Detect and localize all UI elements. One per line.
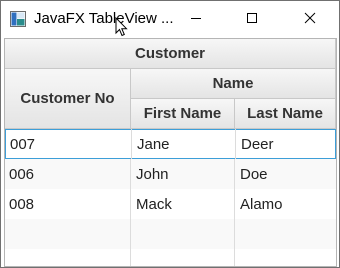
maximize-icon xyxy=(247,13,257,23)
mouse-cursor-icon xyxy=(115,17,128,37)
close-icon xyxy=(304,12,316,24)
column-label-customer-no: Customer No xyxy=(20,90,115,107)
table-row[interactable]: 008 Mack Alamo xyxy=(5,189,336,219)
column-label-last-name: Last Name xyxy=(247,105,323,122)
empty-cell xyxy=(131,219,235,249)
close-button[interactable] xyxy=(287,1,333,35)
customer-no-cell[interactable]: 007 xyxy=(6,129,132,159)
minimize-icon xyxy=(191,18,201,19)
name-group-label: Name xyxy=(212,75,254,92)
maximize-button[interactable] xyxy=(229,1,275,35)
empty-table-row xyxy=(5,219,336,249)
customer-no-cell[interactable]: 008 xyxy=(5,189,131,219)
last-name-cell[interactable]: Alamo xyxy=(235,189,336,219)
column-header-last-name[interactable]: Last Name xyxy=(235,99,336,129)
title-bar[interactable]: JavaFX TableView ... xyxy=(1,1,339,37)
column-label-first-name: First Name xyxy=(143,105,222,122)
empty-cell xyxy=(5,219,131,249)
table-row[interactable]: 007 Jane Deer xyxy=(5,129,336,159)
empty-cell xyxy=(5,249,131,266)
window-title: JavaFX TableView ... xyxy=(34,10,174,27)
customer-no-cell[interactable]: 006 xyxy=(5,159,131,189)
customer-table[interactable]: Customer Customer No Name First Name Las… xyxy=(4,38,337,267)
first-name-cell[interactable]: Mack xyxy=(131,189,235,219)
empty-table-row xyxy=(5,249,336,266)
last-name-cell[interactable]: Deer xyxy=(236,129,336,159)
column-header-first-name[interactable]: First Name xyxy=(131,99,235,129)
java-app-icon xyxy=(10,11,26,27)
empty-cell xyxy=(235,249,336,266)
customer-group-header[interactable]: Customer xyxy=(5,39,336,69)
first-name-cell[interactable]: Jane xyxy=(132,129,236,159)
last-name-cell[interactable]: Doe xyxy=(235,159,336,189)
first-name-cell[interactable]: John xyxy=(131,159,235,189)
table-row[interactable]: 006 John Doe xyxy=(5,159,336,189)
name-group-header[interactable]: Name xyxy=(131,69,336,99)
minimize-button[interactable] xyxy=(173,1,219,35)
empty-cell xyxy=(235,219,336,249)
app-window: JavaFX TableView ... Customer Customer N… xyxy=(0,0,340,268)
empty-cell xyxy=(131,249,235,266)
column-header-customer-no[interactable]: Customer No xyxy=(5,69,131,129)
customer-group-label: Customer xyxy=(134,45,205,62)
